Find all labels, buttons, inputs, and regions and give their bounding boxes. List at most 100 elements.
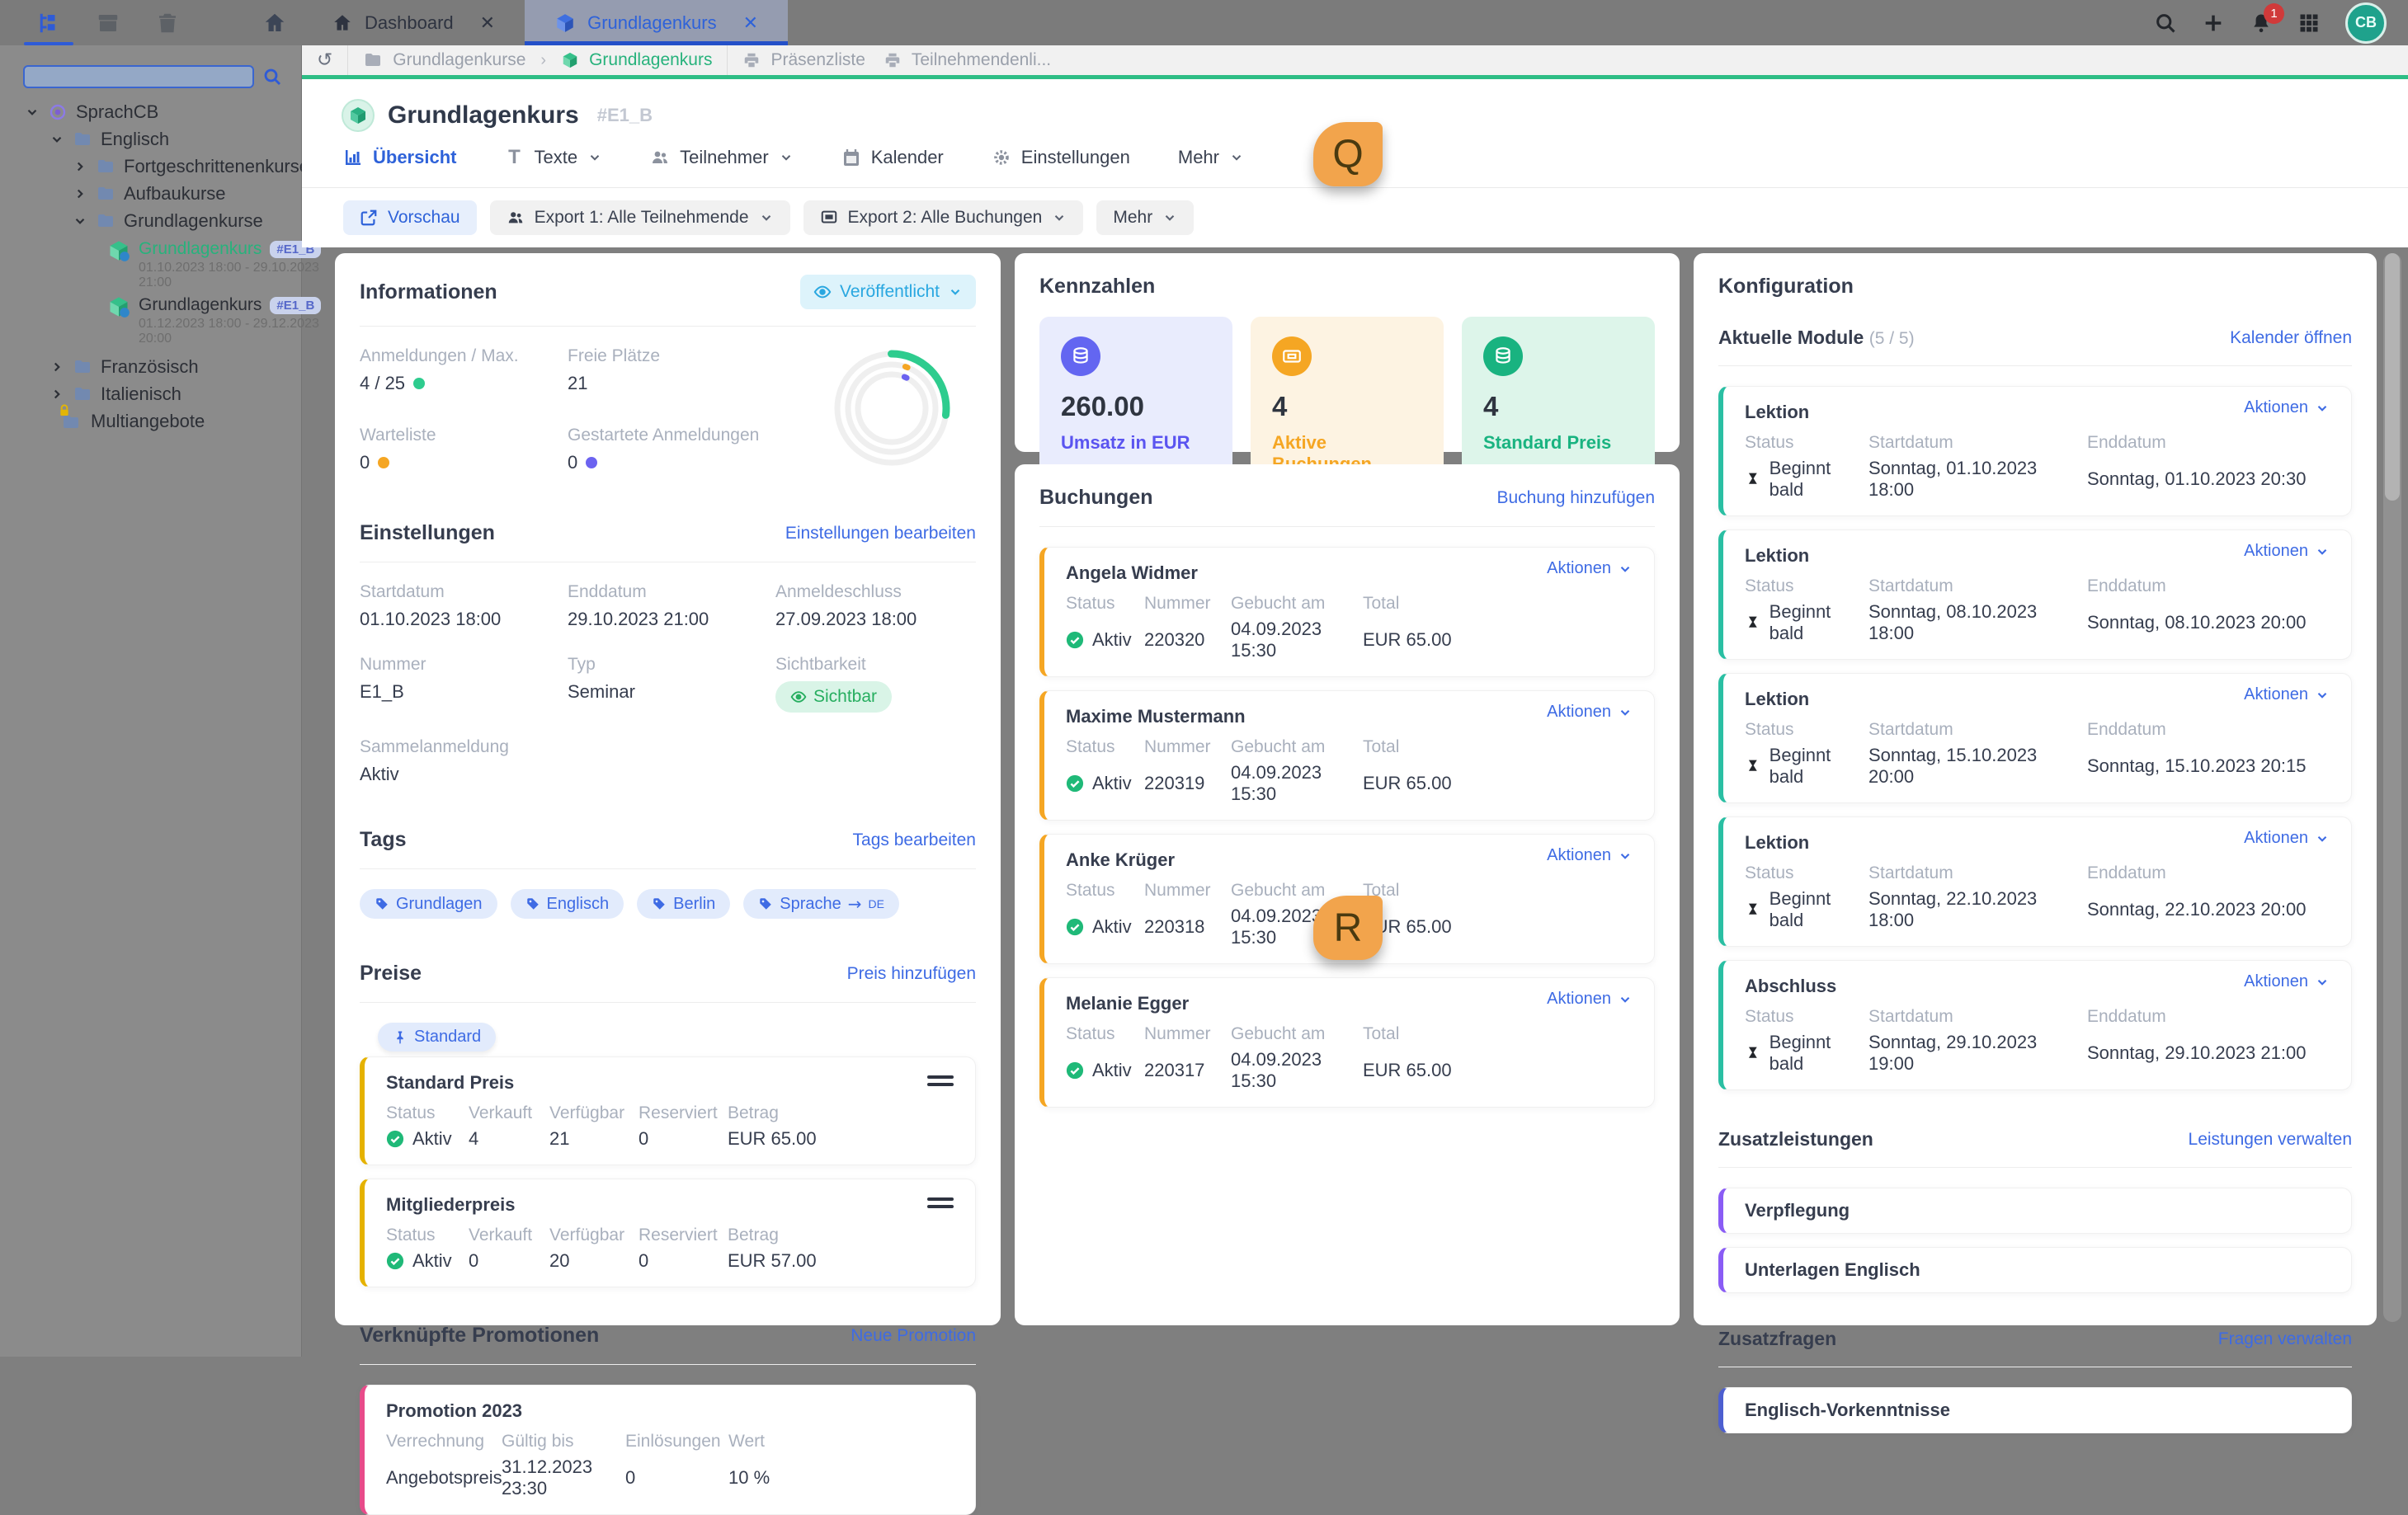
folder-icon <box>96 184 115 204</box>
vorschau-button[interactable]: Vorschau <box>343 200 477 235</box>
tab-dashboard[interactable]: Dashboard ✕ <box>302 0 525 45</box>
archive-icon[interactable] <box>96 11 120 35</box>
aktionen-link[interactable]: Aktionen <box>2244 398 2330 417</box>
chevron-down-icon <box>49 132 64 147</box>
tree-item-englisch[interactable]: Englisch <box>0 125 302 153</box>
aktionen-link[interactable]: Aktionen <box>2244 829 2330 848</box>
apps-grid-icon[interactable] <box>2297 12 2321 35</box>
einstellungen-bearbeiten-link[interactable]: Einstellungen bearbeiten <box>785 524 976 543</box>
home-icon[interactable] <box>262 11 287 35</box>
breadcrumb-folder[interactable]: Grundlagenkurse <box>348 45 540 75</box>
chevron-right-icon <box>49 387 64 402</box>
tab-grundlagenkurs[interactable]: Grundlagenkurs ✕ <box>525 0 788 45</box>
aktionen-link[interactable]: Aktionen <box>2244 685 2330 704</box>
page-code: #E1_B <box>597 105 653 126</box>
som-marker-q: Q <box>1313 122 1383 186</box>
ticket-icon <box>1272 336 1312 376</box>
price-card-mitglieder: Mitgliederpreis Status Verkauft Verfügba… <box>360 1179 976 1287</box>
tree-item-multiangebote[interactable]: Multiangebote <box>0 407 302 435</box>
booking-card: Maxime Mustermann Aktionen StatusNummerG… <box>1039 690 1655 821</box>
som-marker-r: R <box>1313 896 1383 960</box>
tag-englisch[interactable]: Englisch <box>511 889 624 919</box>
export2-button[interactable]: Export 2: Alle Buchungen <box>803 200 1084 235</box>
search-icon[interactable] <box>2154 12 2177 35</box>
breadcrumb-teilnehmendenliste[interactable]: Teilnehmendenli... <box>880 45 1066 75</box>
tab-grundlagenkurs-close-icon[interactable]: ✕ <box>743 12 758 34</box>
promotion-card: Promotion 2023 Verrechnung Gültig bis Ei… <box>360 1385 976 1515</box>
breadcrumb-praesenzliste[interactable]: Präsenzliste <box>728 45 879 75</box>
tags-row: Grundlagen Englisch Berlin Sprache → DE <box>360 889 976 919</box>
scrollbar-thumb[interactable] <box>2385 253 2400 501</box>
published-status-button[interactable]: Veröffentlicht <box>800 275 976 309</box>
aktionen-link[interactable]: Aktionen <box>1547 846 1633 865</box>
aktionen-link[interactable]: Aktionen <box>1547 703 1633 722</box>
notifications-bell-icon[interactable]: 1 <box>2250 12 2273 35</box>
tab-kalender[interactable]: Kalender <box>841 147 944 168</box>
hourglass-icon <box>1745 614 1761 631</box>
section-title-zusatzfragen: Zusatzfragen <box>1718 1328 1836 1350</box>
tab-texte[interactable]: T Texte <box>504 147 602 168</box>
trash-icon[interactable] <box>155 11 180 35</box>
tags-bearbeiten-link[interactable]: Tags bearbeiten <box>853 830 976 850</box>
field-freie-plaetze: Freie Plätze 21 <box>568 346 775 394</box>
folder-icon <box>96 157 115 176</box>
breadcrumb-course[interactable]: Grundlagenkurs <box>546 45 727 75</box>
module-card: Lektion Aktionen StatusStartdatumEnddatu… <box>1718 816 2352 947</box>
tab-teilnehmer[interactable]: Teilnehmer <box>650 147 794 168</box>
tree-item-italienisch[interactable]: Italienisch <box>0 380 302 407</box>
course-cube-icon <box>107 239 130 262</box>
add-icon[interactable] <box>2202 12 2225 35</box>
export1-button[interactable]: Export 1: Alle Teilnehmende <box>490 200 790 235</box>
check-circle-icon <box>1066 774 1084 793</box>
more-button[interactable]: Mehr <box>1096 200 1194 235</box>
tree-item-course-2[interactable]: Grundlagenkurs #E1_B 01.12.2023 18:00 - … <box>0 295 302 346</box>
people-icon <box>507 209 525 227</box>
tab-mehr[interactable]: Mehr <box>1178 147 1244 168</box>
module-card: Abschluss Aktionen StatusStartdatumEndda… <box>1718 960 2352 1090</box>
avatar[interactable]: CB <box>2345 2 2387 44</box>
buchung-hinzufuegen-link[interactable]: Buchung hinzufügen <box>1497 488 1656 508</box>
history-icon[interactable]: ↺ <box>302 45 347 75</box>
aktionen-link[interactable]: Aktionen <box>1547 990 1633 1009</box>
eye-icon <box>790 689 807 705</box>
tree-item-course-1[interactable]: Grundlagenkurs #E1_B 01.10.2023 18:00 - … <box>0 239 302 290</box>
aktionen-link[interactable]: Aktionen <box>2244 972 2330 991</box>
tag-grundlagen[interactable]: Grundlagen <box>360 889 497 919</box>
chevron-down-icon <box>2315 688 2330 703</box>
tag-sprache-de[interactable]: Sprache → DE <box>743 889 899 919</box>
module-card: Lektion Aktionen StatusStartdatumEnddatu… <box>1718 529 2352 660</box>
tree-item-franzoesisch[interactable]: Französisch <box>0 353 302 380</box>
tag-icon <box>375 896 389 911</box>
breadcrumb-separator: › <box>540 51 546 70</box>
tab-uebersicht[interactable]: Übersicht <box>343 147 456 168</box>
sidebar-search-input[interactable] <box>23 65 254 88</box>
preis-hinzufuegen-link[interactable]: Preis hinzufügen <box>847 964 976 984</box>
zusatzfrage-card: Englisch-Vorkenntnisse <box>1718 1387 2352 1433</box>
tree-item-sprachcb[interactable]: SprachCB <box>0 98 302 125</box>
tag-icon <box>652 896 667 911</box>
check-circle-icon <box>386 1130 404 1148</box>
tab-dashboard-close-icon[interactable]: ✕ <box>480 12 495 34</box>
fragen-verwalten-link[interactable]: Fragen verwalten <box>2218 1329 2352 1349</box>
coins-icon <box>1061 336 1100 376</box>
tree-item-fortgeschrittenenkurse[interactable]: Fortgeschrittenenkurse <box>0 153 302 180</box>
kalender-oeffnen-link[interactable]: Kalender öffnen <box>2230 328 2352 348</box>
module-card: Lektion Aktionen StatusStartdatumEnddatu… <box>1718 386 2352 516</box>
chevron-right-icon <box>73 186 87 201</box>
tab-grundlagenkurs-label: Grundlagenkurs <box>587 12 717 34</box>
neue-promotion-link[interactable]: Neue Promotion <box>851 1326 976 1346</box>
tree-view-icon[interactable] <box>36 11 61 35</box>
leistungen-verwalten-link[interactable]: Leistungen verwalten <box>2189 1130 2352 1150</box>
tree-item-grundlagenkurse[interactable]: Grundlagenkurse <box>0 207 302 234</box>
sidebar-search-icon[interactable] <box>262 67 282 87</box>
aktionen-link[interactable]: Aktionen <box>1547 559 1633 578</box>
folder-icon <box>73 384 92 404</box>
folder-icon <box>73 129 92 149</box>
tag-berlin[interactable]: Berlin <box>637 889 730 919</box>
course-code-badge: #E1_B <box>270 297 321 314</box>
drag-handle[interactable] <box>927 1197 954 1212</box>
drag-handle[interactable] <box>927 1075 954 1090</box>
aktionen-link[interactable]: Aktionen <box>2244 542 2330 561</box>
tab-einstellungen[interactable]: Einstellungen <box>992 147 1130 168</box>
tree-item-aufbaukurse[interactable]: Aufbaukurse <box>0 180 302 207</box>
